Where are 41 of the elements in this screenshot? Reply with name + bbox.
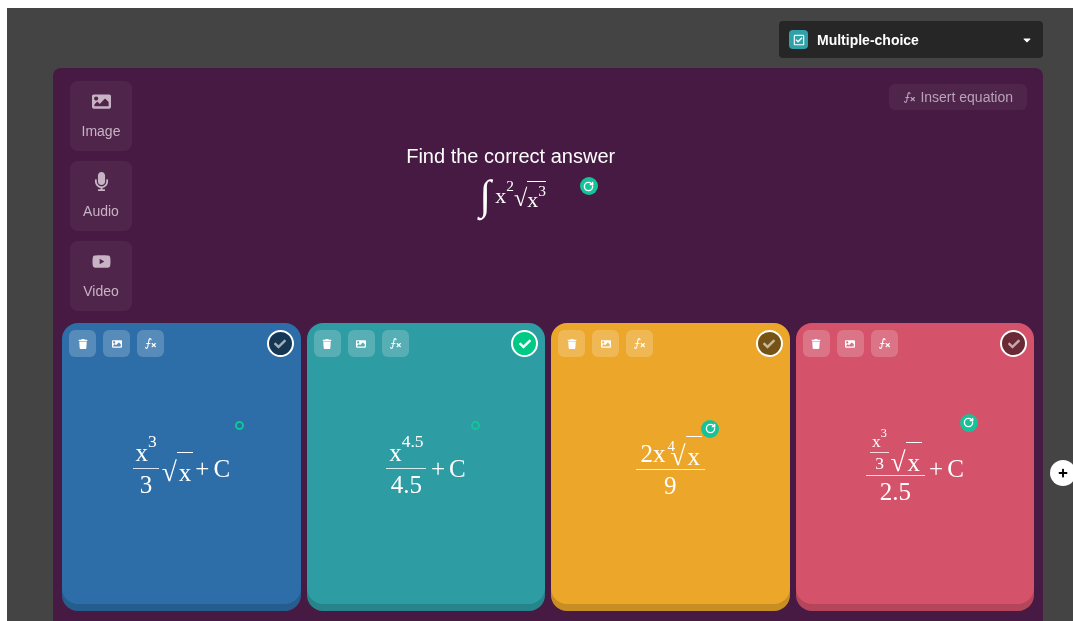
grammar-badge-icon[interactable] bbox=[579, 177, 598, 195]
function-icon bbox=[388, 337, 402, 350]
checkbox-icon bbox=[789, 30, 808, 49]
insert-equation-button[interactable] bbox=[137, 330, 164, 357]
check-icon bbox=[274, 337, 286, 350]
delete-button[interactable] bbox=[313, 330, 341, 357]
image-icon bbox=[111, 338, 122, 349]
media-button[interactable]: Audio bbox=[70, 161, 132, 231]
image-icon bbox=[91, 91, 111, 111]
function-icon bbox=[903, 90, 917, 104]
image-icon bbox=[356, 338, 366, 349]
function-icon bbox=[877, 337, 891, 350]
add-answer-button[interactable] bbox=[1050, 460, 1073, 486]
correct-answer-toggle[interactable] bbox=[266, 330, 294, 357]
plus-icon bbox=[1058, 468, 1068, 478]
image-icon bbox=[845, 338, 855, 349]
insert-equation-button[interactable] bbox=[381, 330, 409, 357]
add-image-button[interactable] bbox=[103, 330, 130, 357]
function-icon bbox=[633, 337, 646, 350]
media-button[interactable]: Video bbox=[70, 241, 132, 311]
trash-icon bbox=[77, 338, 88, 349]
correct-answer-toggle[interactable] bbox=[511, 330, 538, 357]
check-icon bbox=[518, 337, 531, 350]
insert-equation-button[interactable] bbox=[870, 330, 898, 357]
add-image-button[interactable] bbox=[347, 330, 375, 357]
trash-icon bbox=[322, 338, 332, 349]
check-icon bbox=[763, 337, 775, 350]
delete-button[interactable] bbox=[802, 330, 830, 357]
delete-button[interactable] bbox=[69, 330, 96, 357]
media-button[interactable]: Image bbox=[70, 81, 132, 151]
trash-icon bbox=[566, 338, 577, 349]
insert-equation-button[interactable]: Insert equation bbox=[889, 84, 1027, 110]
correct-answer-toggle[interactable] bbox=[1000, 330, 1027, 357]
trash-icon bbox=[811, 338, 821, 349]
correct-answer-toggle[interactable] bbox=[755, 330, 783, 357]
question-title: Find the correct answer bbox=[406, 144, 616, 169]
add-image-button[interactable] bbox=[836, 330, 864, 357]
function-icon bbox=[144, 337, 157, 350]
image-icon bbox=[600, 338, 611, 349]
question-type-dropdown[interactable]: Multiple-choice bbox=[779, 21, 1043, 58]
check-icon bbox=[1007, 337, 1020, 350]
